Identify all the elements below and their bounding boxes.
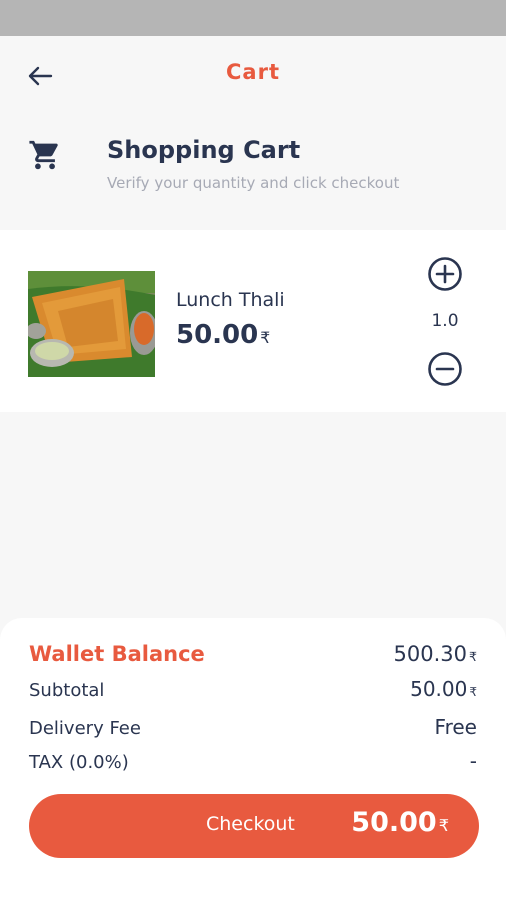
- delivery-row: Delivery Fee Free: [29, 715, 477, 739]
- status-bar: [0, 0, 506, 36]
- page-title: Cart: [226, 60, 280, 84]
- shopping-cart-icon: [29, 140, 58, 170]
- cart-subtitle: Verify your quantity and click checkout: [107, 174, 400, 192]
- item-name: Lunch Thali: [176, 289, 285, 311]
- item-price: 50.00 ₹: [176, 320, 271, 350]
- cart-title: Shopping Cart: [107, 136, 301, 164]
- checkout-amount: 50.00 ₹: [351, 807, 449, 838]
- cart-header: Shopping Cart Verify your quantity and c…: [0, 112, 506, 230]
- delivery-fee-label: Delivery Fee: [29, 718, 141, 739]
- app-bar: Cart: [0, 36, 506, 112]
- minus-circle-icon: [428, 352, 462, 386]
- subtotal-label: Subtotal: [29, 680, 105, 701]
- checkout-label: Checkout: [206, 813, 295, 835]
- subtotal-row: Subtotal 50.00 ₹: [29, 677, 477, 701]
- delivery-fee-value: Free: [434, 715, 477, 739]
- item-quantity: 1.0: [431, 311, 459, 331]
- subtotal-value: 50.00 ₹: [410, 677, 477, 701]
- wallet-balance-label: Wallet Balance: [29, 642, 205, 666]
- tax-label: TAX (0.0%): [29, 752, 129, 773]
- tax-value: -: [469, 749, 477, 773]
- item-image: [28, 271, 155, 377]
- wallet-row: Wallet Balance 500.30 ₹: [29, 642, 477, 666]
- cart-item: Lunch Thali 50.00 ₹ 1.0: [0, 230, 506, 412]
- decrease-quantity-button[interactable]: [427, 351, 463, 387]
- increase-quantity-button[interactable]: [427, 256, 463, 292]
- order-summary: Wallet Balance 500.30 ₹ Subtotal 50.00 ₹ D…: [0, 618, 506, 900]
- checkout-button[interactable]: Checkout 50.00 ₹: [29, 794, 479, 858]
- plus-circle-icon: [428, 257, 462, 291]
- tax-row: TAX (0.0%) -: [29, 749, 477, 773]
- wallet-balance-value: 500.30 ₹: [393, 642, 478, 666]
